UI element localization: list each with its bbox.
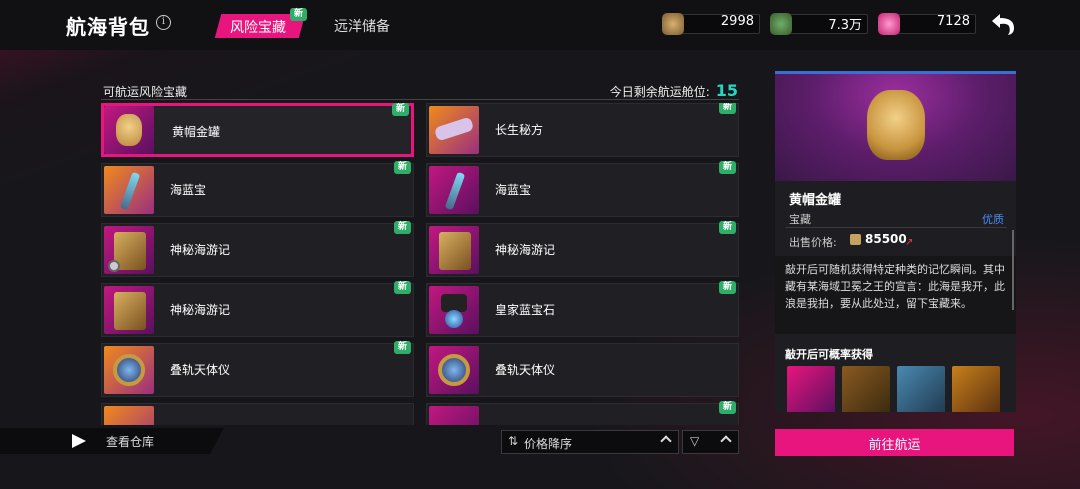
pink-gem-icon[interactable] (878, 13, 900, 35)
gold-jar-hamster-icon (867, 90, 925, 160)
mystery-book-icon (104, 286, 154, 334)
filter-icon: ▽ (690, 434, 700, 448)
detail-title: 黄帽金罐 (789, 193, 842, 208)
gold-jar-hamster-icon (104, 106, 154, 154)
scroll-recipe-icon (429, 106, 479, 154)
list-item[interactable]: 神秘海游记 新 (101, 281, 414, 337)
info-icon[interactable]: i (156, 15, 171, 30)
treasure-coin-icon (770, 13, 792, 35)
list-title: 可航运风险宝藏 (103, 85, 188, 99)
list-item[interactable]: 海蓝宝 新 (426, 161, 739, 217)
tab-ocean-reserve[interactable]: 远洋储备 (334, 16, 390, 36)
scrollbar[interactable] (1012, 230, 1014, 310)
pistol-icon[interactable] (897, 366, 945, 412)
mystery-book-icon (104, 226, 154, 274)
list-item[interactable] (101, 403, 414, 425)
page-title: 航海背包 (66, 15, 150, 39)
treasure-orb-icon (429, 406, 479, 425)
list-item[interactable]: 叠轨天体仪 (426, 343, 739, 397)
chevron-up-icon (660, 435, 672, 447)
price-label: 出售价格: (789, 236, 837, 249)
memory-icon[interactable] (787, 366, 835, 412)
list-item[interactable]: 新 (426, 401, 739, 425)
mystery-book-icon (429, 226, 479, 274)
aquamarine-key-icon (104, 166, 154, 214)
list-item[interactable]: 皇家蓝宝石 新 (426, 281, 739, 337)
list-item[interactable]: 神秘海游记 新 (426, 221, 739, 277)
description: 敲开后可随机获得特定种类的记忆瞬间。其中藏有某海域卫冕之王的宣言：此海是我开，此… (785, 263, 1005, 310)
list-item[interactable]: 黄帽金罐 新 (101, 103, 414, 157)
quality-label: 优质 (982, 213, 1004, 226)
chevron-up-icon (720, 435, 732, 447)
detail-image (775, 71, 1016, 181)
price-value: 85500 (865, 232, 907, 246)
drops-list (787, 366, 1012, 412)
divider (785, 227, 1007, 228)
tab-risk-treasure[interactable]: 风险宝藏 (230, 17, 286, 37)
astrolabe-icon (429, 346, 479, 394)
view-warehouse-button[interactable] (0, 428, 224, 454)
coin-icon (850, 234, 861, 245)
list-item[interactable]: 神秘海游记 新 (101, 221, 414, 277)
currency-coin: 7.3万 (770, 12, 868, 36)
view-warehouse-label[interactable]: 查看仓库 (106, 433, 154, 450)
aquamarine-key-icon (429, 166, 479, 214)
scepter-icon[interactable] (842, 366, 890, 412)
list-item[interactable]: 叠轨天体仪 新 (101, 341, 414, 397)
treasure-list[interactable]: 黄帽金罐 新 长生秘方 新 海蓝宝 新 海蓝宝 新 神秘海游记 新 神秘海游记 … (101, 103, 741, 425)
currency-gold: 2998 (662, 12, 760, 36)
go-voyage-button[interactable]: 前往航运 (775, 429, 1014, 456)
sort-icon: ⇅ (508, 434, 519, 448)
detail-panel: 黄帽金罐 宝藏 优质 出售价格: 85500 ↗ 敲开后可随机获得特定种类的记忆… (775, 71, 1016, 412)
remaining-slots-value: 15 (715, 81, 738, 100)
remaining-slots: 今日剩余航运舱位: 15 (609, 81, 738, 100)
currency-gem: 7128 (878, 12, 976, 36)
list-item[interactable]: 长生秘方 新 (426, 103, 739, 157)
royal-sapphire-icon (429, 286, 479, 334)
description-box: 敲开后可随机获得特定种类的记忆瞬间。其中藏有某海域卫冕之王的宣言：此海是我开，此… (775, 256, 1016, 334)
mystery-bag-icon[interactable] (952, 366, 1000, 412)
tab-new-badge: 新 (290, 8, 308, 21)
list-item[interactable]: 海蓝宝 新 (101, 161, 414, 217)
filter-dropdown[interactable]: ▽ (682, 430, 739, 454)
detail-type: 宝藏 (789, 213, 811, 226)
divider (101, 99, 739, 100)
treasure-orb-icon (104, 406, 154, 425)
astrolabe-icon (104, 346, 154, 394)
sort-dropdown[interactable]: ⇅ 价格降序 (501, 430, 679, 454)
drops-title: 敲开后可概率获得 (785, 348, 873, 361)
gold-ore-icon (662, 13, 684, 35)
trend-up-icon: ↗ (905, 237, 914, 248)
back-arrow-icon[interactable] (988, 11, 1018, 37)
arrow-right-icon (72, 434, 86, 448)
